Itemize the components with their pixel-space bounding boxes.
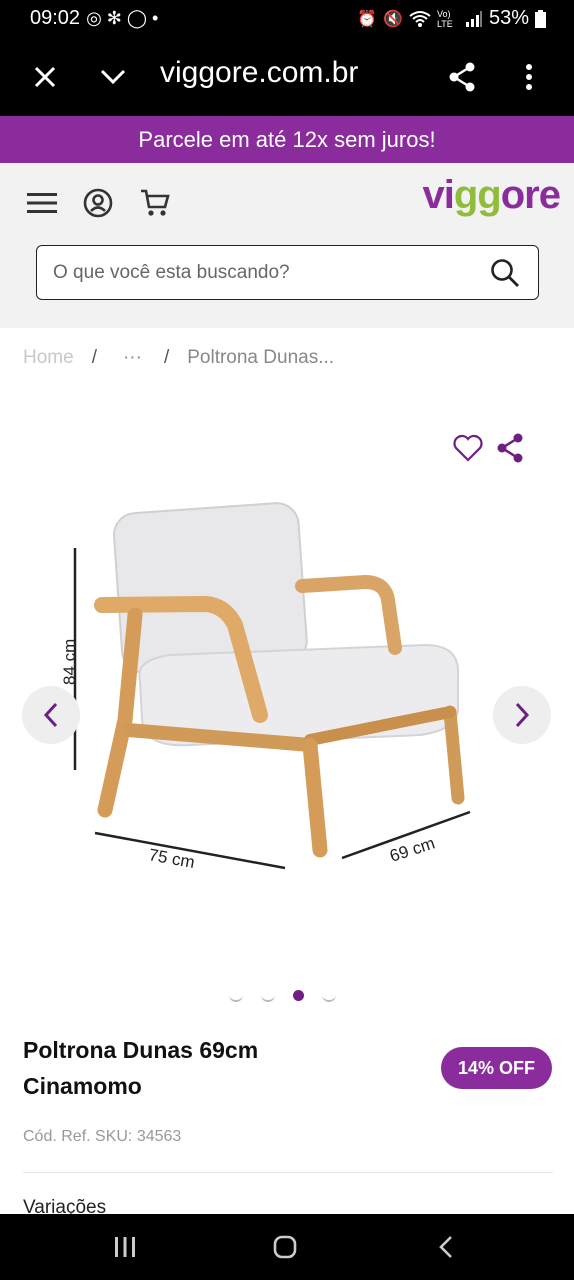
heart-icon[interactable] <box>453 434 483 462</box>
mute-icon: 🔇 <box>383 10 403 28</box>
carousel-dot[interactable] <box>322 988 336 1002</box>
wifi-icon <box>409 10 431 27</box>
share-product-icon[interactable] <box>496 433 524 463</box>
recent-apps-icon[interactable] <box>114 1236 136 1258</box>
battery-icon <box>535 9 546 28</box>
carousel-next-button[interactable] <box>493 686 551 744</box>
carousel-dot-active[interactable] <box>293 989 304 1001</box>
status-bar: 09:02 ◎ ✻ ◯ • ⏰ 🔇 Vo) LTE 53% <box>0 0 574 38</box>
logo-text: viggore <box>422 173 561 217</box>
carousel-prev-button[interactable] <box>22 686 80 744</box>
address-bar-url[interactable]: viggore.com.br <box>160 56 358 90</box>
breadcrumb-separator: / <box>91 347 97 368</box>
breadcrumb: Home / ··· / Poltrona Dunas... <box>23 347 334 369</box>
site-header: viggore <box>0 163 574 328</box>
breadcrumb-separator: / <box>163 347 170 368</box>
signal-icon <box>465 10 482 27</box>
search-box <box>36 245 539 300</box>
carousel-dot[interactable] <box>229 988 243 1002</box>
product-title: Poltrona Dunas 69cm Cinamomo <box>23 1037 259 1099</box>
cart-icon[interactable] <box>140 188 170 218</box>
chevron-down-icon[interactable] <box>100 68 126 86</box>
back-icon[interactable] <box>438 1235 454 1259</box>
close-icon[interactable] <box>34 66 56 88</box>
carousel-indicators <box>229 988 336 1002</box>
share-icon[interactable] <box>448 62 476 92</box>
more-options-icon[interactable] <box>525 63 533 91</box>
promo-banner: Parcele em até 12x sem juros! <box>0 116 574 163</box>
chevron-right-icon <box>515 702 530 728</box>
breadcrumb-current: Poltrona Dunas... <box>187 347 335 368</box>
home-icon[interactable] <box>273 1235 297 1259</box>
discount-badge: 14% OFF <box>441 1047 552 1089</box>
account-icon[interactable] <box>83 188 113 218</box>
search-input[interactable] <box>53 258 473 288</box>
product-sku: Cód. Ref. SKU: 34563 <box>23 1128 182 1145</box>
height-dimension-label: 84 cm <box>60 639 79 685</box>
notification-icons: ◎ ✻ ◯ • <box>86 8 159 28</box>
chevron-left-icon <box>43 702 58 728</box>
status-time: 09:02 <box>30 7 81 29</box>
system-navigation-bar <box>0 1214 574 1280</box>
battery-level: 53% <box>488 7 529 29</box>
browser-toolbar: viggore.com.br <box>0 38 574 116</box>
viggore-logo[interactable]: viggore <box>422 173 561 218</box>
alarm-icon: ⏰ <box>357 10 378 28</box>
breadcrumb-ellipsis[interactable]: ··· <box>123 347 142 369</box>
product-image: 84 cm 75 cm 69 cm <box>60 502 471 872</box>
menu-icon[interactable] <box>27 191 57 215</box>
search-icon[interactable] <box>490 258 520 288</box>
breadcrumb-home[interactable]: Home <box>23 347 74 369</box>
network-label: Vo) LTE <box>436 8 453 29</box>
carousel-dot[interactable] <box>261 988 275 1002</box>
divider <box>23 1172 553 1173</box>
